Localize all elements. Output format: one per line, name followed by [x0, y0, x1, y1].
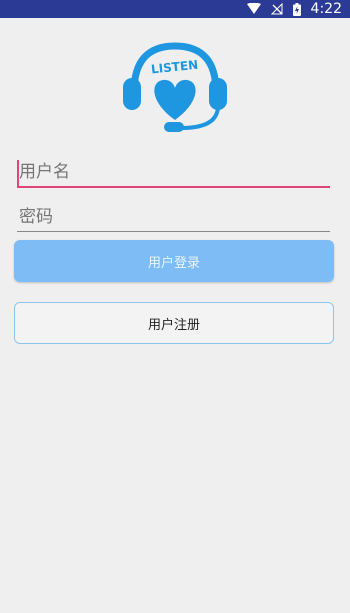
password-input[interactable]	[17, 202, 330, 231]
status-time: 4:22	[310, 1, 342, 17]
status-bar: 4:22	[0, 0, 350, 18]
login-button[interactable]: 用户登录	[14, 240, 334, 282]
battery-charging-icon	[292, 2, 301, 16]
wifi-icon	[246, 3, 261, 15]
headset-heart-icon: LISTEN	[123, 42, 227, 132]
no-signal-icon	[270, 3, 283, 15]
text-cursor	[17, 160, 19, 186]
username-input[interactable]	[17, 158, 330, 186]
register-button-label: 用户注册	[147, 317, 200, 333]
login-button-label: 用户登录	[147, 255, 200, 271]
app-logo: LISTEN	[120, 40, 230, 140]
register-button[interactable]: 用户注册	[14, 302, 334, 344]
username-field[interactable]	[17, 158, 330, 188]
password-field[interactable]	[17, 202, 330, 232]
logo-text: LISTEN	[150, 58, 198, 77]
